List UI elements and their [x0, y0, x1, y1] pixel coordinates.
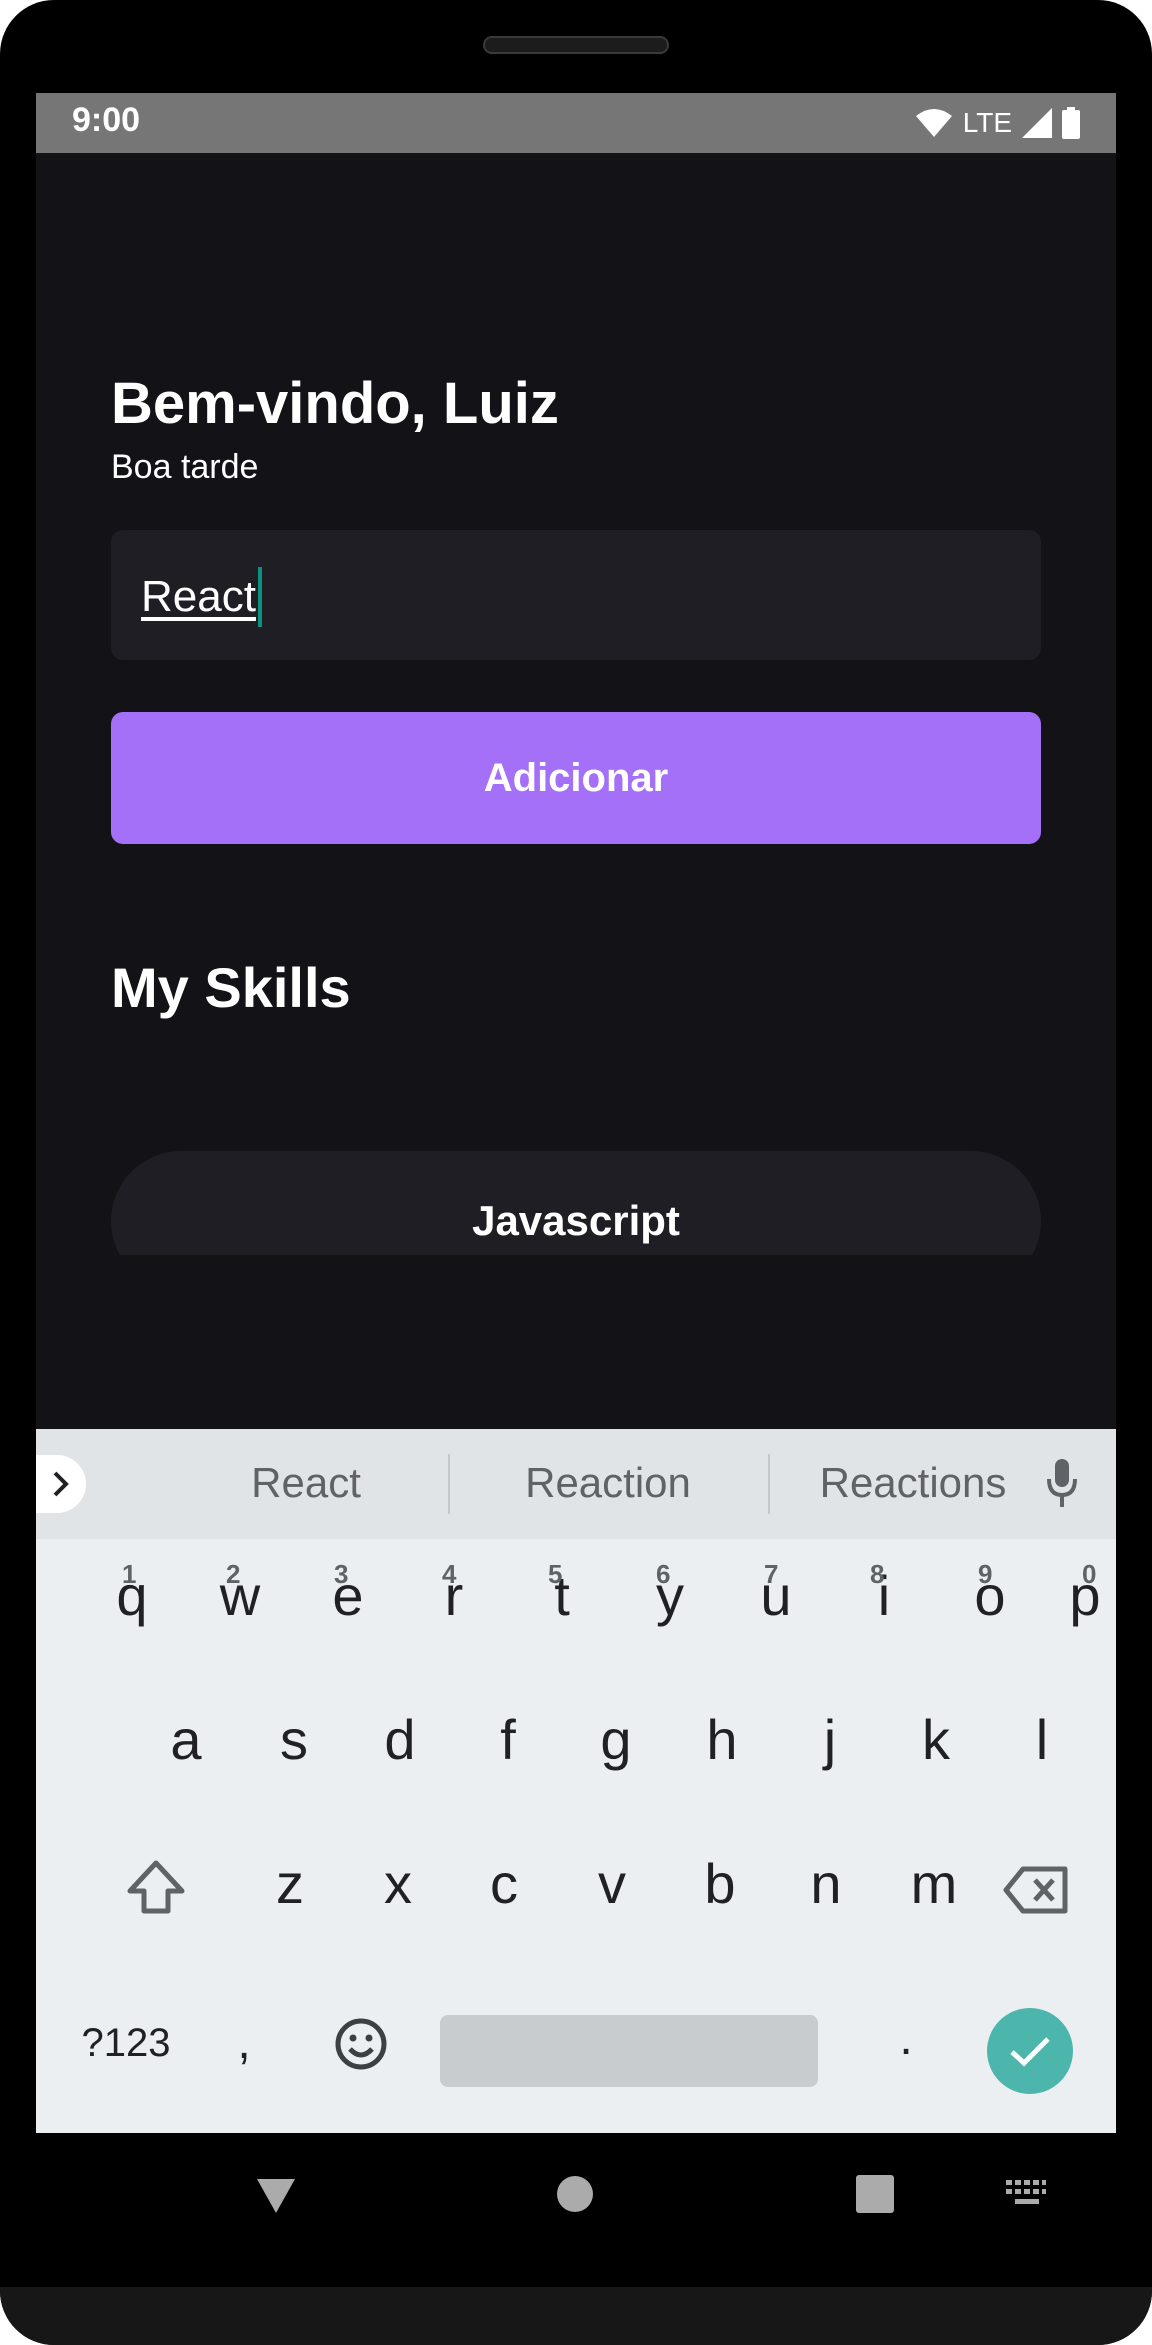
key-m[interactable]: m: [894, 1851, 974, 1916]
key-x[interactable]: x: [358, 1851, 438, 1916]
symbols-key[interactable]: ?123: [66, 2021, 186, 2066]
battery-icon: [1062, 107, 1080, 139]
section-title: My Skills: [111, 956, 351, 1019]
key-hint-1: 1: [122, 1559, 137, 1589]
skill-input[interactable]: React: [111, 530, 1041, 660]
key-hint-8: 8: [870, 1559, 885, 1589]
home-circle-icon: [557, 2176, 593, 2212]
earpiece-speaker: [483, 36, 669, 54]
network-type: LTE: [962, 107, 1012, 138]
skill-input-value: React: [141, 572, 256, 621]
recents-nav-button[interactable]: [856, 2175, 894, 2218]
key-hint-6: 6: [656, 1559, 671, 1589]
key-hint-5: 5: [548, 1559, 563, 1589]
key-comma[interactable]: ,: [214, 2015, 274, 2070]
phone-frame: 9:00 LTE Bem-vindo, Luiz Boa tarde React…: [0, 0, 1152, 2345]
key-hint-0: 0: [1082, 1559, 1097, 1589]
keyboard-switch-button[interactable]: [1006, 2180, 1046, 2213]
space-key[interactable]: [440, 2015, 818, 2087]
emoji-key[interactable]: [326, 2017, 396, 2087]
status-icons: LTE: [915, 103, 1080, 143]
key-k[interactable]: k: [896, 1707, 976, 1772]
keyboard-icon: [1006, 2180, 1046, 2204]
key-s[interactable]: s: [254, 1707, 334, 1772]
key-l[interactable]: l: [1002, 1707, 1082, 1772]
text-caret: [257, 567, 262, 627]
device-chin: [0, 2287, 1152, 2345]
suggestion-1[interactable]: React: [146, 1459, 466, 1507]
skill-list: Javascript: [111, 1151, 1041, 1255]
key-hint-2: 2: [226, 1559, 241, 1589]
greeting-subtitle: Boa tarde: [111, 448, 259, 486]
signal-icon: [1022, 108, 1052, 138]
key-hint-7: 7: [764, 1559, 779, 1589]
backspace-icon: [1003, 1866, 1068, 1914]
key-d[interactable]: d: [360, 1707, 440, 1772]
backspace-key[interactable]: [996, 1863, 1076, 1923]
wifi-icon: [915, 109, 952, 137]
skill-name: Javascript: [472, 1197, 680, 1244]
key-b[interactable]: b: [680, 1851, 760, 1916]
key-hint-3: 3: [334, 1559, 349, 1589]
key-g[interactable]: g: [576, 1707, 656, 1772]
key-z[interactable]: z: [250, 1851, 330, 1916]
skill-card[interactable]: Javascript: [111, 1151, 1041, 1255]
key-hint-4: 4: [442, 1559, 457, 1589]
key-period[interactable]: .: [876, 2011, 936, 2066]
recents-square-icon: [856, 2175, 894, 2213]
skill-input-text[interactable]: React: [141, 567, 262, 627]
home-nav-button[interactable]: [556, 2175, 594, 2218]
key-h[interactable]: h: [682, 1707, 762, 1772]
status-time: 9:00: [72, 101, 141, 139]
checkmark-icon: [1010, 2037, 1050, 2067]
suggestion-bar: React Reaction Reactions: [36, 1429, 1116, 1539]
key-j[interactable]: j: [790, 1707, 870, 1772]
emoji-icon: [335, 2018, 387, 2070]
shift-key[interactable]: [116, 1859, 196, 1929]
screen: 9:00 LTE Bem-vindo, Luiz Boa tarde React…: [36, 93, 1116, 2133]
key-hint-9: 9: [978, 1559, 993, 1589]
key-c[interactable]: c: [464, 1851, 544, 1916]
microphone-icon[interactable]: [1046, 1457, 1078, 1509]
suggestion-2[interactable]: Reaction: [448, 1459, 768, 1507]
key-n[interactable]: n: [786, 1851, 866, 1916]
suggestion-3[interactable]: Reactions: [768, 1459, 1058, 1507]
greeting-title: Bem-vindo, Luiz: [111, 371, 559, 436]
key-area: q 1 w 2 e 3 r 4 t 5 y 6 u 7 i 8 o 9 p 0: [36, 1539, 1116, 2133]
expand-toolbar-button[interactable]: [36, 1455, 86, 1513]
soft-keyboard: React Reaction Reactions q 1 w 2 e 3 r 4…: [36, 1429, 1116, 2133]
shift-icon: [127, 1860, 185, 1914]
add-button[interactable]: Adicionar: [111, 712, 1041, 844]
back-triangle-icon: [257, 2179, 295, 2213]
enter-key[interactable]: [987, 2008, 1073, 2094]
status-bar: 9:00 LTE: [36, 93, 1116, 153]
back-nav-button[interactable]: [255, 2177, 297, 2220]
key-a[interactable]: a: [146, 1707, 226, 1772]
key-f[interactable]: f: [468, 1707, 548, 1772]
chevron-right-icon: [53, 1471, 69, 1497]
key-v[interactable]: v: [572, 1851, 652, 1916]
